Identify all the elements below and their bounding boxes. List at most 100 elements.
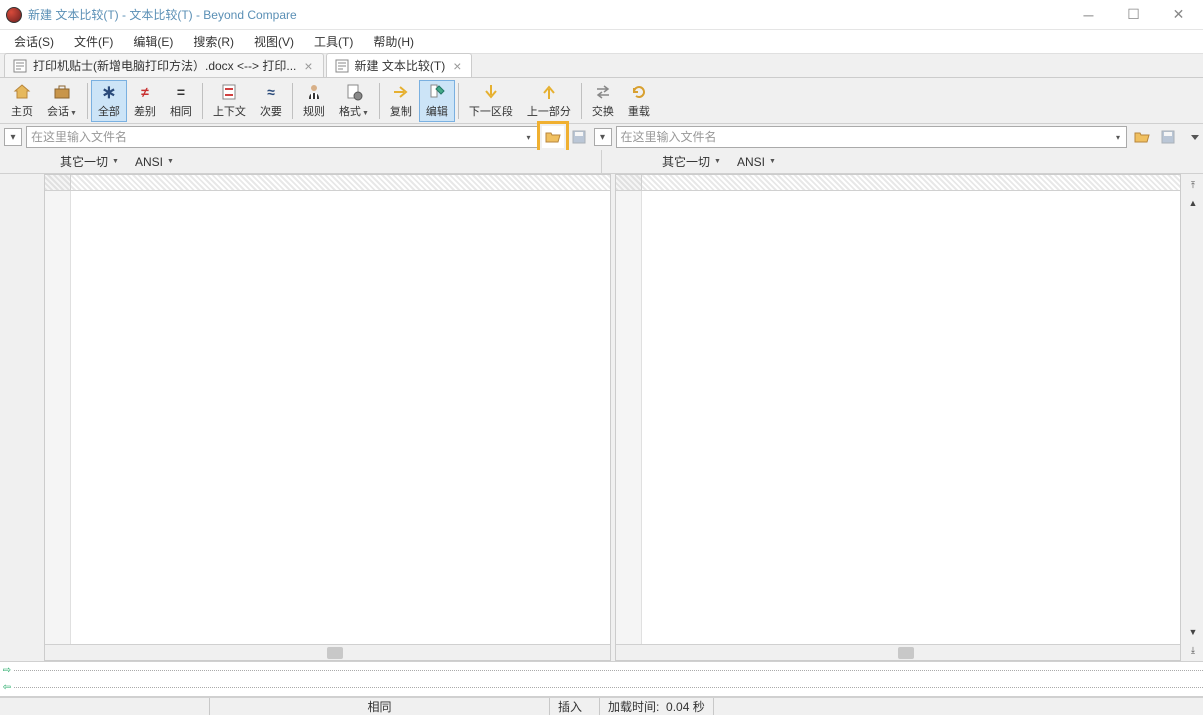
format-button[interactable]: 格式▼ [332,80,376,122]
context-icon [219,83,239,102]
toolbar: 主页 会话▼ ∗ 全部 ≠ 差别 = 相同 上下文 ≈ 次要 规则 格式▼ 复制… [0,78,1203,124]
menu-view[interactable]: 视图(V) [246,31,302,52]
app-icon [6,7,22,23]
edit-button[interactable]: 编辑 [419,80,455,122]
swap-button[interactable]: 交换 [585,80,621,122]
status-load-time: 加载时间: 0.04 秒 [600,698,714,715]
left-filter-other[interactable]: 其它一切▼ [56,151,123,172]
minimize-button[interactable]: ─ [1066,1,1111,29]
show-diff-button[interactable]: ≠ 差别 [127,80,163,122]
align-left-icon[interactable]: ⇦ [0,682,14,693]
left-content[interactable] [71,191,610,644]
tab-new-text-compare[interactable]: 新建 文本比较(T) × [326,53,473,77]
scroll-bottom-icon[interactable]: ⤓ [1186,643,1200,657]
context-button[interactable]: 上下文 [206,80,253,122]
format-icon [344,83,364,102]
menu-file[interactable]: 文件(F) [66,31,121,52]
menu-help[interactable]: 帮助(H) [365,31,422,52]
text-compare-icon [335,59,349,73]
tab-label: 打印机贴士(新增电脑打印方法）.docx <--> 打印... [33,57,296,74]
left-line-gutter [45,191,71,644]
right-content[interactable] [642,191,1181,644]
show-all-button[interactable]: ∗ 全部 [91,80,127,122]
menu-edit[interactable]: 编辑(E) [125,31,181,52]
briefcase-icon [52,83,72,102]
prev-section-button[interactable]: 上一部分 [520,80,578,122]
asterisk-icon: ∗ [99,82,119,102]
reload-icon [629,83,649,102]
arrow-right-icon [391,83,411,102]
referee-icon [304,83,324,102]
status-insert: 插入 [550,698,600,715]
thumbnail-gutter [0,174,42,661]
approx-icon: ≈ [261,83,281,102]
right-hscroll[interactable] [616,644,1181,660]
swap-icon [593,83,613,102]
save-right-button[interactable] [1157,126,1179,148]
equal-icon: = [171,83,191,102]
tab-close-icon[interactable]: × [302,58,314,74]
toolbar-separator [87,83,88,119]
left-encoding[interactable]: ANSI▼ [131,153,178,171]
vertical-scroll[interactable]: ⤒ ▲ ▼ ⤓ [1183,174,1203,661]
maximize-button[interactable]: ☐ [1111,1,1156,29]
rules-button[interactable]: 规则 [296,80,332,122]
left-hscroll[interactable] [45,644,610,660]
open-right-file-button[interactable] [1131,126,1153,148]
sessions-button[interactable]: 会话▼ [40,80,84,122]
tab-close-icon[interactable]: × [451,58,463,74]
show-same-button[interactable]: = 相同 [163,80,199,122]
menu-search[interactable]: 搜索(R) [185,31,242,52]
close-button[interactable]: ✕ [1156,1,1201,29]
save-left-button[interactable] [568,126,590,148]
right-pane [615,174,1182,661]
scroll-down-icon[interactable]: ▼ [1186,625,1200,639]
reload-button[interactable]: 重载 [621,80,657,122]
filter-row: 其它一切▼ ANSI▼ 其它一切▼ ANSI▼ [0,150,1203,174]
toolbar-separator [581,83,582,119]
menu-tools[interactable]: 工具(T) [306,31,361,52]
minor-button[interactable]: ≈ 次要 [253,80,289,122]
edit-icon [427,83,447,102]
alignment-strip: ⇨ ⇦ [0,661,1203,697]
arrow-up-icon [539,83,559,102]
scroll-up-icon[interactable]: ▲ [1186,196,1200,210]
open-left-file-button[interactable] [542,126,564,148]
tab-previous-session[interactable]: 打印机贴士(新增电脑打印方法）.docx <--> 打印... × [4,53,324,77]
next-section-button[interactable]: 下一区段 [462,80,520,122]
align-right-icon[interactable]: ⇨ [0,665,14,676]
menu-bar: 会话(S) 文件(F) 编辑(E) 搜索(R) 视图(V) 工具(T) 帮助(H… [0,30,1203,54]
right-path-field[interactable] [617,130,1111,144]
tab-bar: 打印机贴士(新增电脑打印方法）.docx <--> 打印... × 新建 文本比… [0,54,1203,78]
toolbar-separator [379,83,380,119]
right-line-gutter [616,191,642,644]
window-title: 新建 文本比较(T) - 文本比较(T) - Beyond Compare [28,6,297,23]
status-bar: 相同 插入 加载时间: 0.04 秒 [0,697,1203,715]
toolbar-separator [202,83,203,119]
menu-session[interactable]: 会话(S) [6,31,62,52]
tab-label: 新建 文本比较(T) [355,57,446,74]
expand-left-button[interactable]: ▾ [4,128,22,146]
home-button[interactable]: 主页 [4,80,40,122]
dropdown-arrow-icon[interactable] [1191,133,1199,141]
scroll-top-icon[interactable]: ⤒ [1186,178,1200,192]
dropdown-icon[interactable]: ▾ [521,126,537,148]
text-compare-icon [13,59,27,73]
expand-right-button[interactable]: ▾ [594,128,612,146]
path-row: ▾ ▾ ▾ ▾ [0,124,1203,150]
toolbar-separator [292,83,293,119]
right-path-input[interactable]: ▾ [616,126,1128,148]
left-pane [44,174,611,661]
right-filter-other[interactable]: 其它一切▼ [658,151,725,172]
right-encoding[interactable]: ANSI▼ [733,153,780,171]
arrow-down-icon [481,83,501,102]
title-bar: 新建 文本比较(T) - 文本比较(T) - Beyond Compare ─ … [0,0,1203,30]
status-same: 相同 [210,698,550,715]
left-path-input[interactable]: ▾ [26,126,538,148]
not-equal-icon: ≠ [135,83,155,102]
toolbar-separator [458,83,459,119]
copy-button[interactable]: 复制 [383,80,419,122]
compare-area: ⤒ ▲ ▼ ⤓ [0,174,1203,661]
left-path-field[interactable] [27,130,521,144]
dropdown-icon[interactable]: ▾ [1110,126,1126,148]
